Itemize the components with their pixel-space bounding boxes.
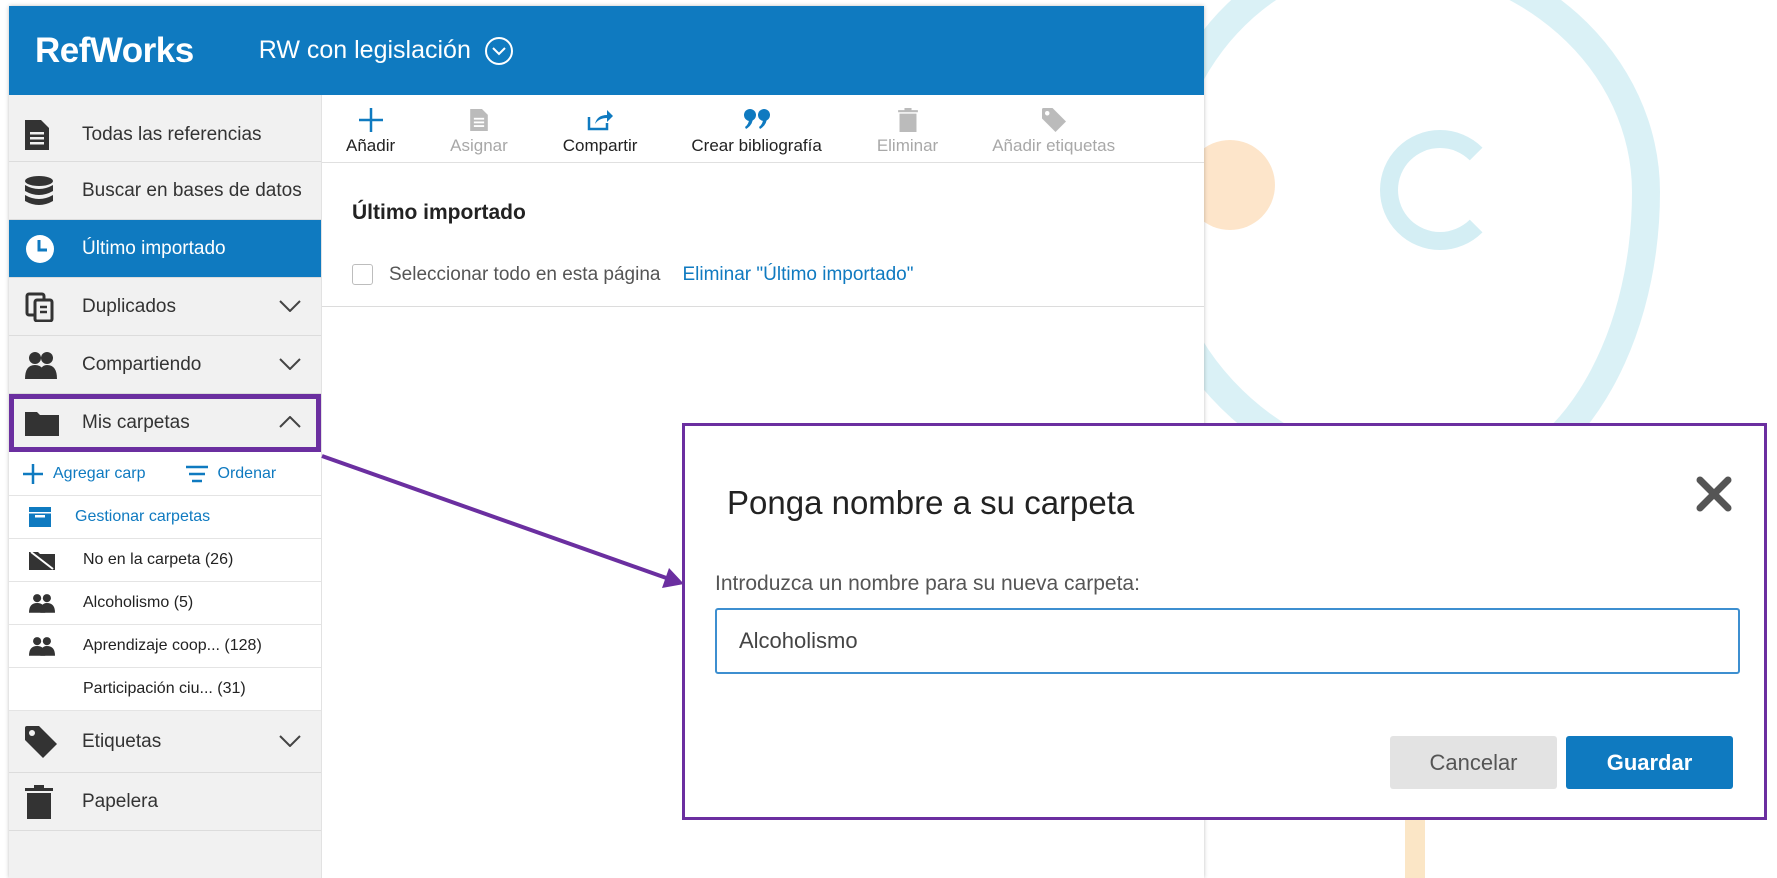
add-button[interactable]: Añadir [346, 106, 395, 156]
sidebar-item-label: Mis carpetas [82, 411, 190, 433]
delete-label: Eliminar [876, 136, 939, 155]
delete-button[interactable]: Eliminar [877, 106, 938, 156]
folder-item-gestionar[interactable]: Gestionar carpetas [9, 496, 321, 539]
delete-last-imported-link[interactable]: Eliminar "Último importado" [682, 264, 913, 286]
share-icon [587, 106, 614, 134]
folder-item-label: Aprendizaje coop... (128) [83, 637, 262, 654]
chevron-up-icon[interactable] [279, 412, 301, 434]
sidebar-item-label: Compartiendo [82, 353, 202, 375]
folder-item-participacion-ciu[interactable]: Participación ciu... (31) [9, 668, 321, 711]
trash-icon [25, 784, 65, 819]
sidebar-item-label: Duplicados [82, 295, 176, 317]
select-all-row: Seleccionar todo en esta página Eliminar… [322, 243, 1204, 307]
sidebar: Todas las referencias Buscar en bases de… [9, 95, 322, 878]
document-icon [470, 106, 488, 134]
sidebar-item-ultimo-importado[interactable]: Último importado [9, 220, 321, 278]
add-folder-label: Agregar carp [53, 464, 146, 482]
folder-icon [25, 407, 65, 439]
chevron-down-icon[interactable] [279, 731, 301, 753]
sort-folders-button[interactable]: Ordenar [185, 464, 277, 483]
folder-item-label: Gestionar carpetas [75, 508, 211, 525]
dialog-title: Ponga nombre a su carpeta [727, 484, 1135, 521]
folder-item-label: Participación ciu... (31) [83, 680, 246, 697]
plus-icon [23, 463, 43, 484]
assign-label: Asignar [450, 136, 508, 155]
sort-folders-label: Ordenar [217, 464, 277, 482]
top-bar: RefWorks RW con legislación [9, 6, 1204, 95]
chevron-down-icon[interactable] [279, 296, 301, 318]
sidebar-item-etiquetas[interactable]: Etiquetas [9, 711, 321, 773]
archive-icon [29, 507, 75, 527]
tag-icon [25, 725, 65, 758]
project-name: RW con legislación [258, 36, 471, 64]
unfiled-folder-icon [29, 550, 75, 570]
toolbar: Añadir Asignar Compartir Crear bibliogra… [322, 95, 1204, 163]
folder-item-aprendizaje-coop[interactable]: Aprendizaje coop... (128) [9, 625, 321, 668]
sidebar-item-duplicados[interactable]: Duplicados [9, 278, 321, 336]
sidebar-item-mis-carpetas[interactable]: Mis carpetas [9, 394, 321, 452]
sort-icon [185, 465, 208, 482]
sidebar-item-label: Etiquetas [82, 730, 162, 752]
create-bibliography-button[interactable]: Crear bibliografía [691, 106, 822, 156]
share-label: Compartir [562, 136, 638, 155]
folder-item-alcoholismo[interactable]: Alcoholismo (5) [9, 582, 321, 625]
chevron-down-icon[interactable] [279, 354, 301, 376]
assign-button[interactable]: Asignar [450, 106, 508, 156]
select-all-checkbox[interactable] [352, 264, 373, 285]
users-icon [25, 349, 65, 381]
sidebar-item-label: Todas las referencias [82, 124, 262, 145]
save-button[interactable]: Guardar [1566, 736, 1733, 789]
shared-users-icon [29, 636, 75, 656]
add-tags-label: Añadir etiquetas [992, 136, 1116, 155]
project-selector[interactable]: RW con legislación [259, 36, 513, 65]
folder-item-label: No en la carpeta (26) [83, 551, 234, 568]
sidebar-item-todas-las-referencias[interactable]: Todas las referencias [9, 95, 321, 162]
background-arrow-decoration [1380, 130, 1500, 250]
sidebar-item-papelera[interactable]: Papelera [9, 773, 321, 831]
add-tags-button[interactable]: Añadir etiquetas [992, 106, 1115, 156]
folder-name-input[interactable] [715, 608, 1740, 674]
add-label: Añadir [346, 136, 396, 155]
create-bibliography-label: Crear bibliografía [691, 136, 822, 155]
sidebar-item-buscar-en-bases-de-datos[interactable]: Buscar en bases de datos [9, 162, 321, 220]
tag-icon [1041, 106, 1066, 134]
sidebar-item-label: Papelera [82, 790, 159, 812]
folder-item-no-en-la-carpeta[interactable]: No en la carpeta (26) [9, 539, 321, 582]
share-button[interactable]: Compartir [562, 106, 638, 156]
sidebar-item-label: Buscar en bases de datos [82, 179, 302, 201]
name-folder-dialog: Ponga nombre a su carpeta Introduzca un … [682, 423, 1767, 820]
quote-icon [743, 106, 770, 134]
page-title: Último importado [352, 201, 526, 224]
database-icon [25, 175, 65, 207]
duplicates-icon [25, 291, 65, 323]
folder-name-label: Introduzca un nombre para su nueva carpe… [715, 572, 1140, 595]
chevron-down-icon [484, 36, 513, 65]
sidebar-item-compartiendo[interactable]: Compartiendo [9, 336, 321, 394]
select-all-label: Seleccionar todo en esta página [389, 263, 661, 285]
trash-icon [897, 106, 918, 134]
document-icon [25, 119, 65, 151]
add-folder-button[interactable]: Agregar carp [23, 463, 146, 484]
folder-actions: Agregar carp Ordenar [9, 452, 321, 496]
close-icon[interactable] [1696, 476, 1732, 517]
cancel-button[interactable]: Cancelar [1390, 736, 1557, 789]
refworks-logo[interactable]: RefWorks [35, 31, 194, 71]
plus-icon [358, 106, 384, 134]
clock-icon [25, 233, 65, 265]
shared-users-icon [29, 593, 75, 613]
folder-item-label: Alcoholismo (5) [83, 594, 194, 611]
sidebar-item-label: Último importado [82, 237, 226, 259]
